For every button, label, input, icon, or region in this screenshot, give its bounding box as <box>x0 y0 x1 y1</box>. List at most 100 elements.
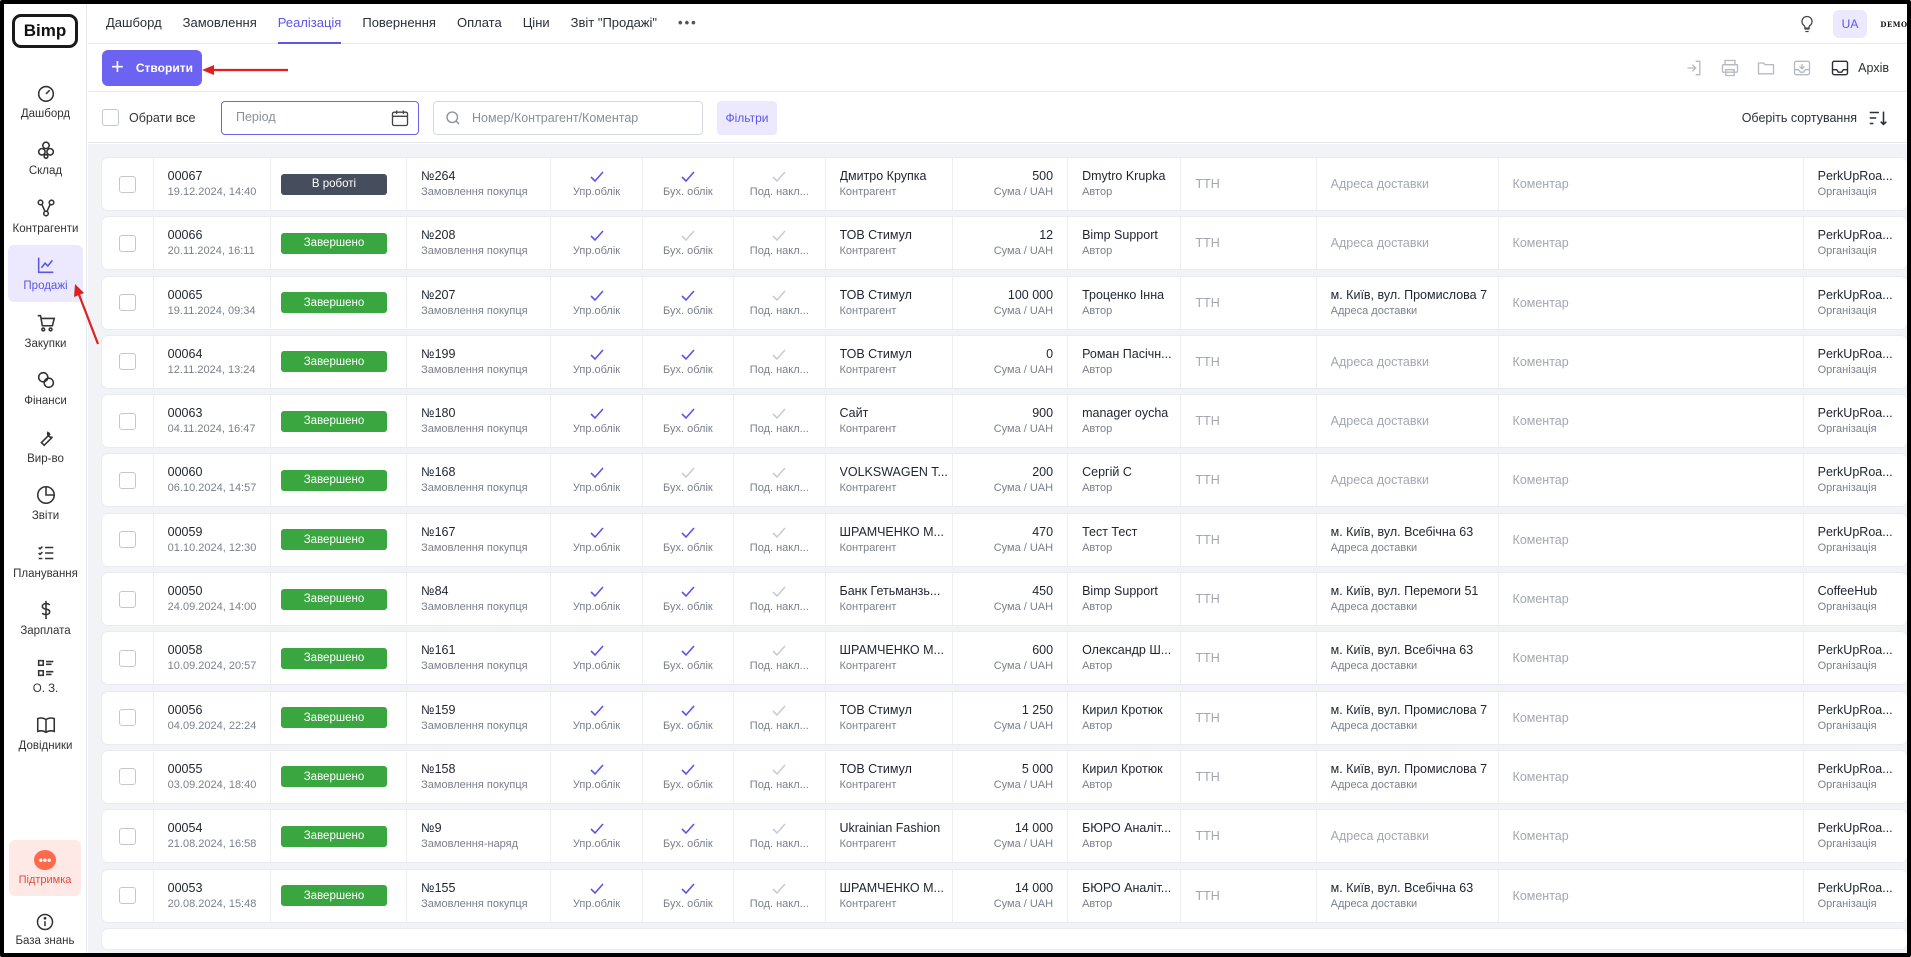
doc-number[interactable]: 00064 <box>168 346 270 362</box>
folder-icon[interactable] <box>1754 56 1778 80</box>
filters-button[interactable]: Фільтри <box>717 101 777 135</box>
row-checkbox[interactable] <box>118 827 136 845</box>
ttn-cell[interactable]: ТТН <box>1181 335 1317 388</box>
comment-cell[interactable]: Коментар <box>1499 750 1804 803</box>
row-checkbox[interactable] <box>118 234 136 252</box>
select-all-checkbox[interactable] <box>102 109 119 126</box>
doc-number[interactable]: 00060 <box>168 464 270 480</box>
sidebar-item-6[interactable]: Вир-во <box>8 417 83 475</box>
doc-number[interactable]: 00065 <box>168 287 270 303</box>
archive-button[interactable]: Архів <box>1830 58 1889 78</box>
ttn-cell[interactable]: ТТН <box>1181 573 1317 626</box>
status-badge[interactable]: Завершено <box>280 292 387 314</box>
row-checkbox[interactable] <box>118 531 136 549</box>
base-doc-number[interactable]: №208 <box>421 227 550 243</box>
counterparty-name[interactable]: ТОВ Стимул <box>840 702 952 718</box>
counterparty-name[interactable]: VOLKSWAGEN T... <box>840 464 952 480</box>
base-doc-number[interactable]: №207 <box>421 287 550 303</box>
sidebar-item-1[interactable]: Склад <box>8 130 83 188</box>
status-badge[interactable]: Завершено <box>280 588 387 610</box>
doc-number[interactable]: 00056 <box>168 702 270 718</box>
address-cell[interactable]: Адреса доставки <box>1317 217 1499 270</box>
status-badge[interactable]: Завершено <box>280 410 387 432</box>
sidebar-item-0[interactable]: Дашборд <box>8 72 83 130</box>
sort-control[interactable]: Оберіть сортування <box>1742 107 1889 129</box>
logo[interactable]: Bimp <box>12 14 78 48</box>
base-doc-number[interactable]: №180 <box>421 405 550 421</box>
comment-cell[interactable]: Коментар <box>1499 454 1804 507</box>
ttn-cell[interactable]: ТТН <box>1181 276 1317 329</box>
support-button[interactable]: ••• Підтримка <box>9 840 81 896</box>
comment-cell[interactable]: Коментар <box>1499 810 1804 863</box>
counterparty-name[interactable]: ТОВ Стимул <box>840 346 952 362</box>
base-doc-number[interactable]: №167 <box>421 524 550 540</box>
table-row[interactable]: 00050 24.09.2024, 14:00 Завершено №84 Замовл… <box>102 573 1907 626</box>
address-cell[interactable]: Адреса доставки <box>1317 810 1499 863</box>
more-tabs-button[interactable]: ••• <box>678 4 698 44</box>
comment-cell[interactable]: Коментар <box>1499 869 1804 922</box>
comment-cell[interactable]: Коментар <box>1499 335 1804 388</box>
tab-0[interactable]: Дашборд <box>106 4 162 44</box>
tab-2[interactable]: Реалізація <box>277 4 341 44</box>
period-input[interactable]: Період <box>221 101 419 135</box>
row-checkbox[interactable] <box>118 175 136 193</box>
import-icon[interactable] <box>1682 56 1706 80</box>
comment-cell[interactable]: Коментар <box>1499 513 1804 566</box>
table-row[interactable]: 00059 01.10.2024, 12:30 Завершено №167 Замов… <box>102 513 1907 566</box>
status-badge[interactable]: Завершено <box>280 351 387 373</box>
ttn-cell[interactable]: ТТН <box>1181 691 1317 744</box>
tab-5[interactable]: Ціни <box>523 4 550 44</box>
table-row[interactable]: 00058 10.09.2024, 20:57 Завершено №161 Замов… <box>102 632 1907 685</box>
sidebar-item-4[interactable]: Закупки <box>8 302 83 360</box>
status-badge[interactable]: В роботі <box>280 173 387 195</box>
table-row[interactable]: 00067 19.12.2024, 14:40 В роботі №264 Замовл… <box>102 158 1907 210</box>
sidebar-item-5[interactable]: Фінанси <box>8 360 83 418</box>
status-badge[interactable]: Завершено <box>280 469 387 491</box>
ttn-cell[interactable]: ТТН <box>1181 750 1317 803</box>
sidebar-item-3[interactable]: Продажі <box>8 244 83 302</box>
row-checkbox[interactable] <box>118 471 136 489</box>
search-input[interactable]: Номер/Контрагент/Коментар <box>433 101 703 135</box>
table-row[interactable]: 00055 03.09.2024, 18:40 Завершено №158 Замов… <box>102 750 1907 803</box>
address-cell[interactable]: Адреса доставки <box>1317 158 1499 210</box>
ttn-cell[interactable]: ТТН <box>1181 454 1317 507</box>
address-cell[interactable]: м. Київ, вул. Всебічна 63 Адреса доставки <box>1317 513 1499 566</box>
base-doc-number[interactable]: №159 <box>421 702 550 718</box>
row-checkbox[interactable] <box>118 768 136 786</box>
base-doc-number[interactable]: №158 <box>421 761 550 777</box>
tab-1[interactable]: Замовлення <box>183 4 257 44</box>
table-row[interactable]: 00056 04.09.2024, 22:24 Завершено №159 Замов… <box>102 691 1907 744</box>
table-row[interactable]: 00065 19.11.2024, 09:34 Завершено №207 Замов… <box>102 276 1907 329</box>
counterparty-name[interactable]: ТОВ Стимул <box>840 227 952 243</box>
lightbulb-icon[interactable] <box>1793 10 1821 38</box>
doc-number[interactable]: 00059 <box>168 524 270 540</box>
address-cell[interactable]: м. Київ, вул. Промислова 7 Адреса доставк… <box>1317 750 1499 803</box>
counterparty-name[interactable]: ШРАМЧЕНКО М... <box>840 524 952 540</box>
sidebar-item-11[interactable]: Довідники <box>8 705 83 763</box>
counterparty-name[interactable]: Банк Гетьманзь... <box>840 583 952 599</box>
comment-cell[interactable]: Коментар <box>1499 158 1804 210</box>
comment-cell[interactable]: Коментар <box>1499 632 1804 685</box>
doc-number[interactable]: 00055 <box>168 761 270 777</box>
sidebar-item-8[interactable]: Планування <box>8 532 83 590</box>
comment-cell[interactable]: Коментар <box>1499 217 1804 270</box>
sidebar-item-9[interactable]: Зарплата <box>8 590 83 648</box>
tab-6[interactable]: Звіт "Продажі" <box>571 4 657 44</box>
status-badge[interactable]: Завершено <box>280 825 387 847</box>
counterparty-name[interactable]: ТОВ Стимул <box>840 761 952 777</box>
row-checkbox[interactable] <box>118 294 136 312</box>
row-checkbox[interactable] <box>118 412 136 430</box>
address-cell[interactable]: Адреса доставки <box>1317 335 1499 388</box>
mail-icon[interactable] <box>1790 56 1814 80</box>
doc-number[interactable]: 00058 <box>168 642 270 658</box>
status-badge[interactable]: Завершено <box>280 647 387 669</box>
status-badge[interactable]: Завершено <box>280 885 387 907</box>
address-cell[interactable]: м. Київ, вул. Всебічна 63 Адреса доставки <box>1317 869 1499 922</box>
address-cell[interactable]: м. Київ, вул. Всебічна 63 Адреса доставки <box>1317 632 1499 685</box>
base-doc-number[interactable]: №264 <box>421 168 550 184</box>
counterparty-name[interactable]: ШРАМЧЕНКО М... <box>840 880 952 896</box>
counterparty-name[interactable]: ТОВ Стимул <box>840 287 952 303</box>
tab-3[interactable]: Повернення <box>362 4 436 44</box>
doc-number[interactable]: 00067 <box>168 168 270 184</box>
status-badge[interactable]: Завершено <box>280 707 387 729</box>
